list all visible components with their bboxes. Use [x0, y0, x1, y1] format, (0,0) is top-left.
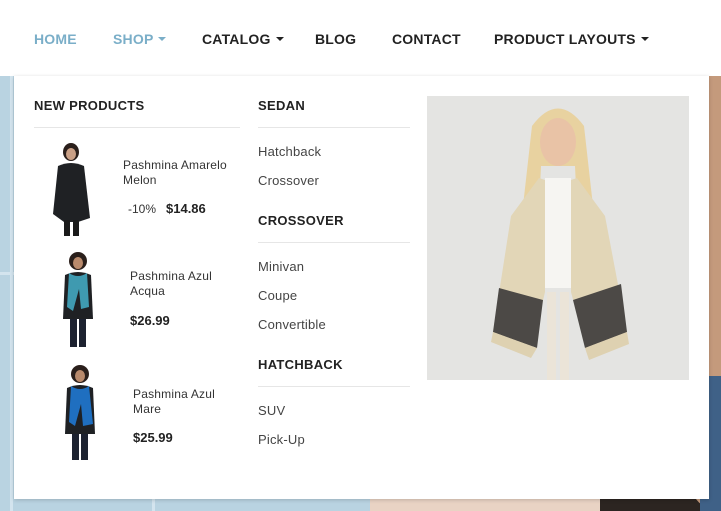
divider: [258, 386, 410, 387]
nav-home[interactable]: HOME: [34, 31, 77, 47]
chevron-down-icon: [275, 37, 284, 41]
nav-catalog[interactable]: CATALOG: [202, 31, 284, 47]
product-image-woman-black-wrap[interactable]: [36, 138, 106, 238]
nav-contact-label: CONTACT: [392, 31, 461, 47]
menu-link-crossover[interactable]: Crossover: [258, 173, 319, 188]
nav-contact[interactable]: CONTACT: [392, 31, 461, 47]
nav-blog-label: BLOG: [315, 31, 357, 47]
menu-link-hatchback[interactable]: Hatchback: [258, 144, 321, 159]
nav-shop-label: SHOP: [113, 31, 154, 47]
chevron-down-icon: [640, 37, 649, 41]
product-image-woman-blue-scarf[interactable]: [47, 362, 117, 462]
product-name[interactable]: Pashmina Azul Mare: [133, 387, 233, 417]
category-heading-sedan[interactable]: SEDAN: [258, 98, 305, 113]
divider: [258, 242, 410, 243]
product-name[interactable]: Pashmina Azul Acqua: [130, 269, 230, 299]
product-price: $26.99: [130, 313, 170, 328]
nav-product-layouts[interactable]: PRODUCT LAYOUTS: [494, 31, 649, 47]
product-price: $14.86: [166, 201, 206, 216]
menu-link-suv[interactable]: SUV: [258, 403, 285, 418]
nav-product-layouts-label: PRODUCT LAYOUTS: [494, 31, 636, 47]
category-heading-hatchback[interactable]: HATCHBACK: [258, 357, 343, 372]
category-heading-crossover[interactable]: CROSSOVER: [258, 213, 344, 228]
product-price: $25.99: [133, 430, 173, 445]
menu-link-pick-up[interactable]: Pick-Up: [258, 432, 305, 447]
divider: [258, 127, 410, 128]
menu-link-coupe[interactable]: Coupe: [258, 288, 297, 303]
new-products-heading: NEW PRODUCTS: [34, 98, 145, 113]
main-navbar: HOME SHOP CATALOG BLOG CONTACT PRODUCT L…: [0, 0, 721, 76]
divider: [34, 127, 240, 128]
nav-home-label: HOME: [34, 31, 77, 47]
featured-image-woman-cream-poncho[interactable]: [427, 96, 689, 380]
nav-catalog-label: CATALOG: [202, 31, 271, 47]
product-discount: -10%: [128, 202, 157, 216]
menu-link-convertible[interactable]: Convertible: [258, 317, 326, 332]
hero-decor: [10, 76, 13, 511]
menu-link-minivan[interactable]: Minivan: [258, 259, 304, 274]
shop-mega-menu: NEW PRODUCTS Pashmina Amarelo Melon -10%…: [14, 76, 709, 499]
product-image-woman-teal-scarf[interactable]: [43, 249, 113, 349]
chevron-down-icon: [158, 37, 167, 41]
nav-blog[interactable]: BLOG: [315, 31, 356, 47]
nav-shop[interactable]: SHOP: [113, 31, 167, 47]
product-name[interactable]: Pashmina Amarelo Melon: [123, 158, 235, 188]
